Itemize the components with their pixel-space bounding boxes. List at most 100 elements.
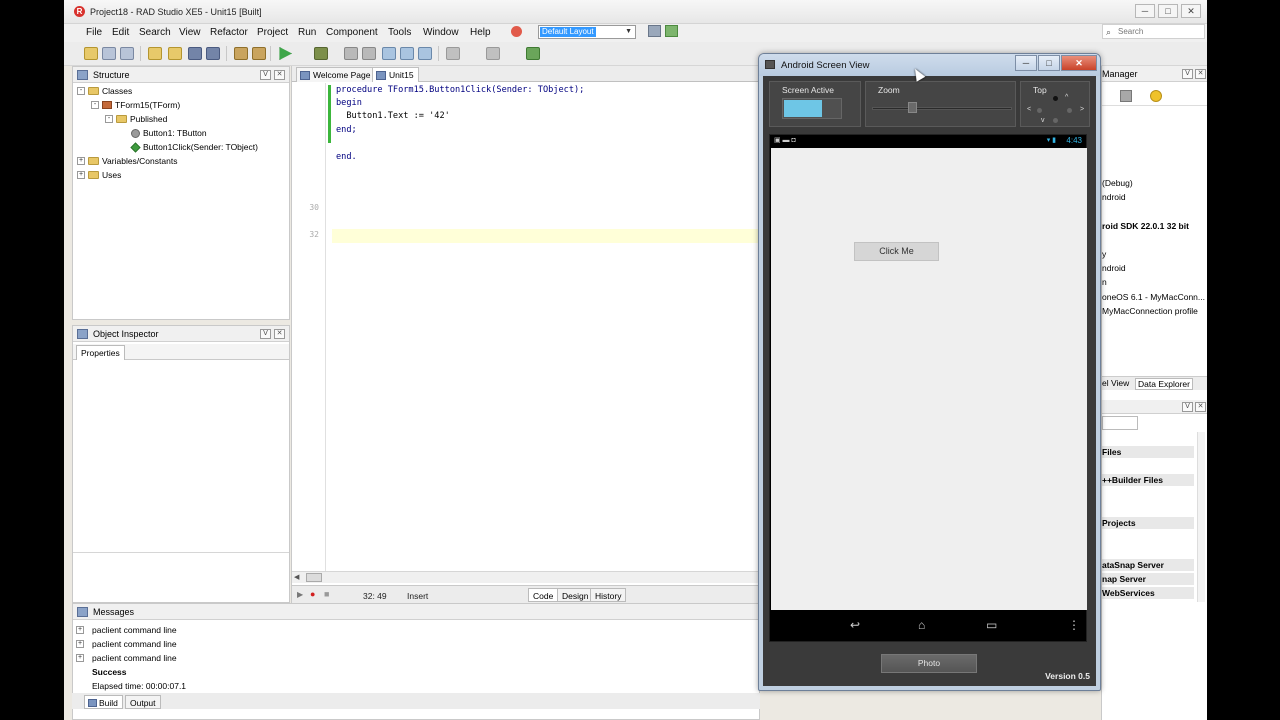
orientation-dot-icon[interactable] bbox=[1067, 108, 1072, 113]
back-icon[interactable] bbox=[446, 47, 460, 60]
zoom-slider-thumb[interactable] bbox=[908, 102, 917, 113]
home-icon[interactable]: ⌂ bbox=[918, 618, 925, 632]
horizontal-scrollbar[interactable]: ◀ bbox=[292, 571, 761, 583]
maximize-button[interactable]: □ bbox=[1158, 4, 1178, 18]
minimize-button[interactable]: ─ bbox=[1135, 4, 1155, 18]
tree-item-classes[interactable]: - Classes bbox=[77, 86, 132, 96]
scroll-left-icon[interactable]: ◀ bbox=[294, 573, 299, 581]
click-me-button[interactable]: Click Me bbox=[854, 242, 939, 261]
orientation-dot-icon[interactable] bbox=[1037, 108, 1042, 113]
tab-properties[interactable]: Properties bbox=[76, 345, 125, 360]
search-input[interactable]: ⌕ Search bbox=[1102, 24, 1205, 39]
collapse-icon[interactable]: - bbox=[105, 115, 113, 123]
close-panel-icon[interactable]: ✕ bbox=[1195, 69, 1206, 79]
globe-icon[interactable] bbox=[511, 26, 522, 37]
run-without-debugging-icon[interactable] bbox=[314, 47, 328, 60]
remove-file-icon[interactable] bbox=[252, 47, 266, 60]
close-panel-icon[interactable]: ✕ bbox=[1195, 402, 1206, 412]
step-into-icon[interactable] bbox=[382, 47, 396, 60]
project-node[interactable]: ndroid bbox=[1102, 192, 1126, 202]
menu-run[interactable]: Run bbox=[298, 27, 316, 38]
expand-icon[interactable]: + bbox=[77, 171, 85, 179]
tree-item-button1click[interactable]: Button1Click(Sender: TObject) bbox=[130, 141, 258, 153]
tab-data-explorer[interactable]: Data Explorer bbox=[1135, 378, 1193, 390]
palette-search-input[interactable] bbox=[1102, 416, 1138, 430]
record-macro-icon[interactable]: ● bbox=[310, 589, 315, 599]
vertical-scrollbar[interactable] bbox=[1197, 432, 1205, 602]
zoom-track[interactable] bbox=[872, 107, 1012, 110]
menu-project[interactable]: Project bbox=[257, 27, 288, 38]
play-macro-icon[interactable]: ▶ bbox=[297, 590, 303, 599]
menu-tools[interactable]: Tools bbox=[388, 27, 411, 38]
trace-icon[interactable] bbox=[418, 47, 432, 60]
rotate-down-icon[interactable]: v bbox=[1041, 117, 1045, 124]
rotate-up-icon[interactable]: ^ bbox=[1065, 94, 1068, 101]
back-icon[interactable]: ↩ bbox=[850, 618, 860, 632]
menu-help[interactable]: Help bbox=[470, 27, 491, 38]
expand-icon[interactable]: + bbox=[76, 626, 84, 634]
menu-search[interactable]: Search bbox=[139, 27, 171, 38]
stop-icon[interactable] bbox=[362, 47, 376, 60]
palette-category[interactable]: Files bbox=[1102, 446, 1194, 458]
message-row[interactable]: + paclient command line bbox=[76, 625, 177, 635]
tab-code[interactable]: Code bbox=[528, 588, 559, 602]
tab-welcome-page[interactable]: Welcome Page bbox=[296, 67, 376, 82]
recents-icon[interactable]: ▭ bbox=[986, 618, 997, 632]
menu-component[interactable]: Component bbox=[326, 27, 378, 38]
close-button[interactable]: ✕ bbox=[1181, 4, 1201, 18]
project-node[interactable]: n bbox=[1102, 277, 1107, 287]
palette-category[interactable]: nap Server bbox=[1102, 573, 1194, 585]
pause-icon[interactable] bbox=[344, 47, 358, 60]
tab-build[interactable]: Build bbox=[84, 695, 123, 709]
save-layout-icon[interactable] bbox=[648, 25, 661, 37]
menu-window[interactable]: Window bbox=[423, 27, 459, 38]
palette-category[interactable]: WebServices bbox=[1102, 587, 1194, 599]
code-line[interactable]: begin bbox=[336, 98, 362, 108]
tree-item-uses[interactable]: + Uses bbox=[77, 170, 121, 180]
rotate-right-icon[interactable]: > bbox=[1080, 106, 1084, 113]
sync-icon[interactable] bbox=[1120, 90, 1132, 102]
project-node[interactable]: oneOS 6.1 - MyMacConn... bbox=[1102, 292, 1205, 302]
step-over-icon[interactable] bbox=[400, 47, 414, 60]
menu-view[interactable]: View bbox=[179, 27, 201, 38]
menu-refactor[interactable]: Refactor bbox=[210, 27, 248, 38]
project-node[interactable]: roid SDK 22.0.1 32 bit bbox=[1102, 221, 1189, 231]
layout-combo[interactable]: Default Layout ▼ bbox=[538, 25, 636, 39]
pin-icon[interactable]: ᐯ bbox=[260, 329, 271, 339]
project-node[interactable]: y bbox=[1102, 249, 1106, 259]
open-icon[interactable] bbox=[148, 47, 162, 60]
code-line[interactable]: end; bbox=[336, 125, 357, 135]
open-project-icon[interactable] bbox=[168, 47, 182, 60]
orientation-dot-icon[interactable] bbox=[1053, 96, 1058, 101]
tree-item-tform15[interactable]: - TForm15(TForm) bbox=[91, 100, 180, 110]
rotate-left-icon[interactable]: < bbox=[1027, 106, 1031, 113]
asv-close-button[interactable]: ✕ bbox=[1061, 55, 1097, 71]
palette-category[interactable]: ++Builder Files bbox=[1102, 474, 1194, 486]
build-icon[interactable] bbox=[526, 47, 540, 60]
menu-file[interactable]: File bbox=[86, 27, 102, 38]
project-node[interactable]: ndroid bbox=[1102, 263, 1126, 273]
code-line[interactable]: procedure TForm15.Button1Click(Sender: T… bbox=[336, 85, 584, 95]
message-elapsed[interactable]: Elapsed time: 00:00:07.1 bbox=[92, 681, 186, 691]
save-all-icon[interactable] bbox=[206, 47, 220, 60]
close-panel-icon[interactable]: ✕ bbox=[274, 70, 285, 80]
forward-icon[interactable] bbox=[486, 47, 500, 60]
orientation-dot-icon[interactable] bbox=[1053, 118, 1058, 123]
overflow-menu-icon[interactable]: ⋮ bbox=[1068, 618, 1080, 632]
code-line[interactable]: end. bbox=[336, 152, 357, 162]
save-icon[interactable] bbox=[188, 47, 202, 60]
expand-icon[interactable]: + bbox=[76, 654, 84, 662]
menu-edit[interactable]: Edit bbox=[112, 27, 129, 38]
pin-icon[interactable]: ᐯ bbox=[1182, 69, 1193, 79]
asv-minimize-button[interactable]: ─ bbox=[1015, 55, 1037, 71]
tab-design[interactable]: Design bbox=[557, 588, 594, 602]
run-icon[interactable] bbox=[279, 47, 292, 60]
project-node[interactable]: MyMacConnection profile bbox=[1102, 306, 1198, 316]
add-file-icon[interactable] bbox=[234, 47, 248, 60]
collapse-icon[interactable]: - bbox=[77, 87, 85, 95]
scroll-thumb[interactable] bbox=[306, 573, 322, 582]
message-row[interactable]: + paclient command line bbox=[76, 639, 177, 649]
message-row[interactable]: + paclient command line bbox=[76, 653, 177, 663]
asv-title-bar[interactable]: Android Screen View ─ □ ✕ bbox=[759, 54, 1100, 76]
activate-icon[interactable] bbox=[1150, 90, 1162, 102]
